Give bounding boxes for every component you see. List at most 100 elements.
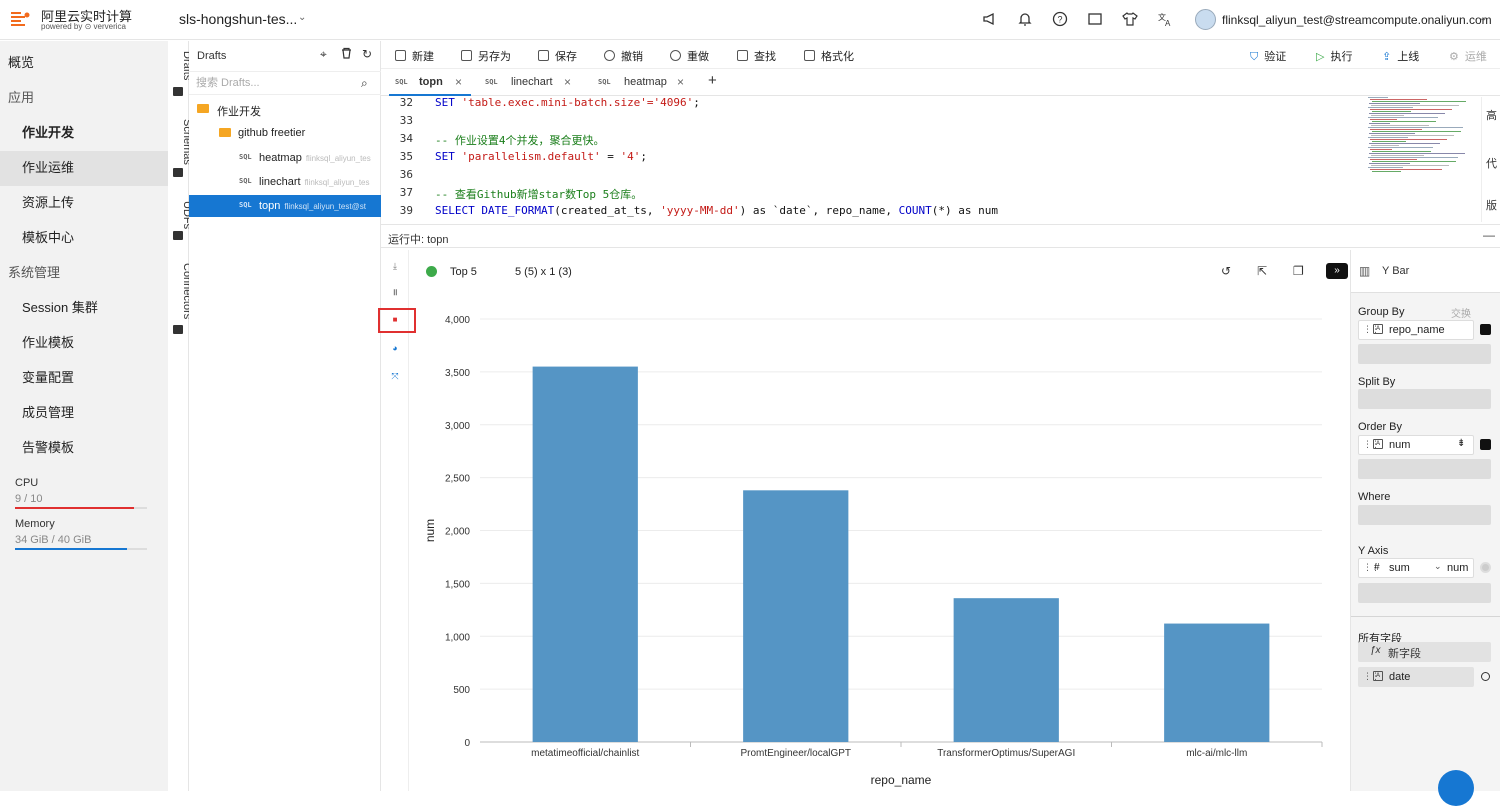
advanced-config-tab[interactable]: 高 [1486, 107, 1497, 123]
announcement-icon[interactable] [982, 11, 998, 27]
minimap-line [1372, 101, 1466, 102]
version-tab[interactable]: 版 [1486, 197, 1497, 213]
save-button[interactable]: 保存 [538, 48, 577, 64]
field-date[interactable]: ⋮⋮ A date [1358, 667, 1474, 687]
sidebar-item-session-cluster[interactable]: Session 集群 [22, 297, 98, 316]
validate-button[interactable]: ⛉ 验证 [1250, 48, 1286, 64]
save-as-button[interactable]: 另存为 [461, 48, 511, 64]
code-editor[interactable]: 32 SET 'table.exec.mini-batch.size'='409… [381, 96, 1481, 222]
code-structure-tab[interactable]: 代 [1486, 155, 1497, 171]
code-line: -- 查看Github新增star数Top 5仓库。 [435, 188, 643, 201]
color-toggle[interactable] [1480, 439, 1491, 450]
memory-value: 34 GiB / 40 GiB [15, 534, 92, 546]
file-name: heatmap [259, 152, 302, 164]
order-by-field[interactable]: ⋮⋮ A num ⇟ [1358, 435, 1474, 455]
minimize-button[interactable]: — [1483, 228, 1495, 242]
order-by-dropzone[interactable] [1358, 459, 1491, 479]
y-axis-dropzone[interactable] [1358, 583, 1491, 603]
pause-icon[interactable]: ॥ [389, 286, 401, 298]
sidebar-item-variables[interactable]: 变量配置 [22, 367, 74, 386]
redo-icon [670, 50, 681, 61]
logo-icon[interactable] [9, 10, 31, 28]
tab-topn[interactable]: SQL topn × [389, 69, 471, 96]
chevron-down-icon[interactable]: ⌄ [298, 12, 306, 23]
tree-file-topn[interactable]: SQL topn flinksql_aliyun_test@st [189, 195, 381, 217]
file-name: linechart [259, 176, 301, 188]
locate-icon[interactable]: ⌖ [320, 47, 327, 62]
code-minimap[interactable] [1368, 97, 1470, 177]
trash-icon[interactable] [341, 47, 352, 62]
bell-icon[interactable] [1017, 11, 1033, 27]
where-dropzone[interactable] [1358, 505, 1491, 525]
run-button[interactable]: ▷ 执行 [1316, 48, 1352, 64]
refresh-icon[interactable]: ↻ [362, 47, 372, 61]
deploy-button[interactable]: ⇪ 上线 [1382, 48, 1419, 64]
minimap-line [1372, 171, 1401, 172]
find-button[interactable]: 查找 [737, 48, 776, 64]
undo-icon [604, 50, 615, 61]
shirt-icon[interactable] [1122, 11, 1138, 27]
translate-icon[interactable]: 文A [1157, 11, 1173, 28]
sidebar-item-resource-upload[interactable]: 资源上传 [22, 192, 74, 211]
new-button[interactable]: 新建 [395, 48, 434, 64]
ops-button[interactable]: ⚙ 运维 [1449, 48, 1487, 64]
bar [953, 598, 1059, 742]
redo-button[interactable]: 重做 [670, 48, 709, 64]
sidebar-item-template-center[interactable]: 模板中心 [22, 227, 74, 246]
field-radio[interactable] [1481, 672, 1490, 681]
sidebar-item-alert-template[interactable]: 告警模板 [22, 437, 74, 456]
feedback-button[interactable] [1438, 770, 1474, 806]
chart-type-selector[interactable]: ▥ Y Bar [1351, 250, 1500, 293]
undo-button[interactable]: 撤销 [604, 48, 643, 64]
sidebar-item-job-template[interactable]: 作业模板 [22, 332, 74, 351]
screen-icon[interactable] [1087, 11, 1103, 27]
drafts-search-input[interactable] [196, 72, 356, 94]
add-tab-button[interactable]: + [708, 72, 724, 99]
group-by-field[interactable]: ⋮⋮ A repo_name [1358, 320, 1474, 340]
where-label: Where [1358, 491, 1391, 503]
y-tick-label: 3,000 [445, 421, 470, 432]
aggregate-select[interactable]: sum [1389, 562, 1410, 574]
project-selector[interactable]: sls-hongshun-tes... [179, 11, 297, 27]
close-icon[interactable]: × [455, 75, 462, 89]
sidebar-item-members[interactable]: 成员管理 [22, 402, 74, 421]
split-by-dropzone[interactable] [1358, 389, 1491, 409]
avatar[interactable] [1195, 9, 1216, 30]
sidebar-item-job-ops[interactable]: 作业运维 [22, 157, 74, 176]
swap-button[interactable]: 交换 [1451, 305, 1471, 320]
new-label: 新建 [412, 51, 434, 63]
dashboard-icon[interactable]: ◕ [389, 342, 401, 354]
tree-folder-job-dev[interactable]: 作业开发 [189, 98, 381, 120]
help-icon[interactable]: ? [1052, 11, 1068, 27]
minimap-line [1370, 129, 1422, 130]
chevron-down-icon[interactable]: ⌄ [1479, 13, 1487, 24]
sql-icon: SQL [239, 153, 252, 161]
series-color-toggle[interactable] [1480, 562, 1491, 573]
tree-file-heatmap[interactable]: SQL heatmap flinksql_aliyun_tes [189, 147, 381, 169]
y-tick-label: 1,000 [445, 632, 470, 643]
group-by-dropzone[interactable] [1358, 344, 1491, 364]
sidebar-item-overview[interactable]: 概览 [8, 52, 34, 71]
tree-folder-github[interactable]: github freetier [189, 122, 381, 144]
tab-heatmap[interactable]: SQL heatmap × [592, 69, 692, 96]
tree-file-linechart[interactable]: SQL linechart flinksql_aliyun_tes [189, 171, 381, 193]
chevron-down-icon[interactable]: ⌄ [1434, 561, 1442, 572]
sort-desc-icon[interactable]: ⇟ [1457, 438, 1465, 449]
format-button[interactable]: 格式化 [804, 48, 854, 64]
minimap-line [1369, 113, 1445, 114]
new-field-button[interactable]: ƒx 新字段 [1358, 642, 1491, 662]
close-icon[interactable]: × [677, 75, 684, 89]
color-toggle[interactable] [1480, 324, 1491, 335]
editor-right-rail: 高 代 版 [1481, 97, 1500, 222]
close-icon[interactable]: × [564, 75, 571, 89]
tab-linechart[interactable]: SQL linechart × [479, 69, 581, 96]
expand-icon[interactable]: ⤧ [389, 370, 401, 382]
y-axis-field[interactable]: ⋮⋮ # sum ⌄ num [1358, 558, 1474, 578]
sidebar-item-job-dev[interactable]: 作业开发 [22, 122, 74, 141]
minimap-line [1369, 133, 1415, 134]
tree-folder-label: github freetier [238, 127, 306, 139]
minimap-line [1370, 159, 1417, 160]
scroll-icon[interactable]: ⤓ [389, 260, 401, 272]
search-icon[interactable]: ⌕ [361, 76, 368, 91]
user-account[interactable]: flinksql_aliyun_test@streamcompute.onali… [1222, 13, 1492, 27]
